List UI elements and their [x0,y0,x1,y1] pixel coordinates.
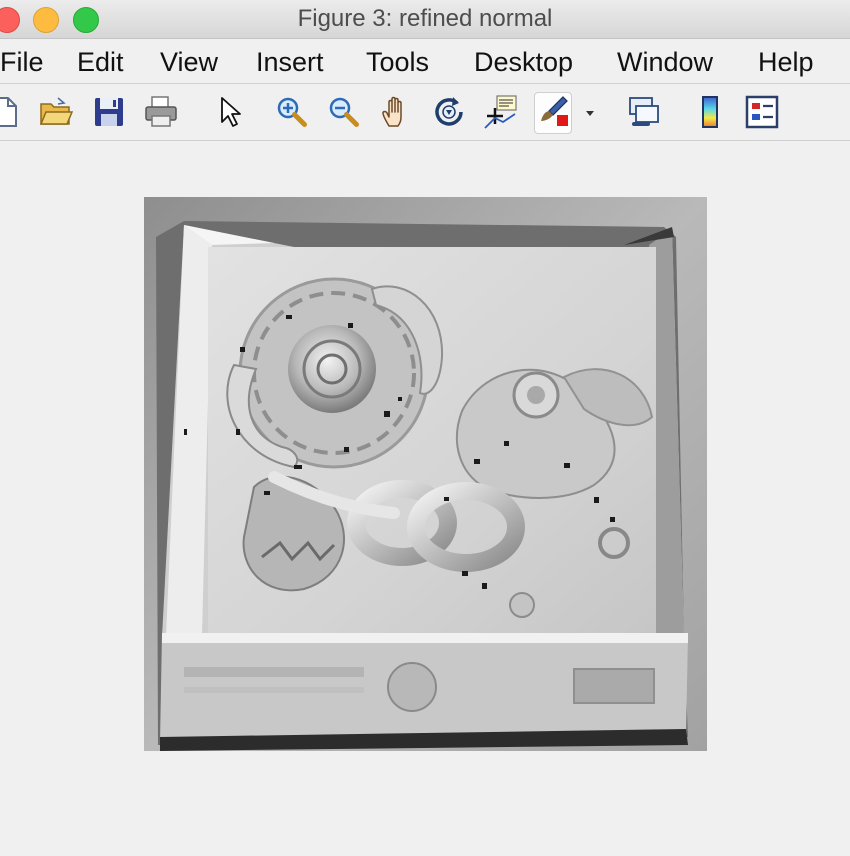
data-cursor-icon[interactable] [483,94,519,130]
window-title: Figure 3: refined normal [297,5,553,32]
open-file-icon[interactable] [38,94,74,130]
new-figure-icon[interactable] [0,94,22,130]
menu-edit[interactable]: Edit [77,47,124,78]
axes-image[interactable] [144,197,707,751]
figure-toolbar [0,84,850,141]
menu-tools[interactable]: Tools [366,47,429,78]
menu-file[interactable]: File [0,47,44,78]
zoom-in-icon[interactable] [274,94,310,130]
title-bar: Figure 3: refined normal [0,0,850,39]
menu-help[interactable]: Help [758,47,814,78]
link-plot-icon[interactable] [626,94,662,130]
zoom-out-icon[interactable] [326,94,362,130]
menu-insert[interactable]: Insert [256,47,324,78]
menu-view[interactable]: View [160,47,218,78]
rotate-3d-icon[interactable] [431,94,467,130]
save-icon[interactable] [91,94,127,130]
legend-icon[interactable] [744,94,780,130]
menu-window[interactable]: Window [617,47,713,78]
brush-dropdown-icon[interactable] [580,94,600,130]
pointer-icon[interactable] [212,94,248,130]
normal-map-image [144,197,707,751]
colorbar-icon[interactable] [692,94,728,130]
menu-desktop[interactable]: Desktop [474,47,573,78]
menu-bar: File Edit View Insert Tools Desktop Wind… [0,39,850,84]
print-icon[interactable] [143,94,179,130]
brush-icon[interactable] [534,92,572,134]
pan-hand-icon[interactable] [379,94,415,130]
